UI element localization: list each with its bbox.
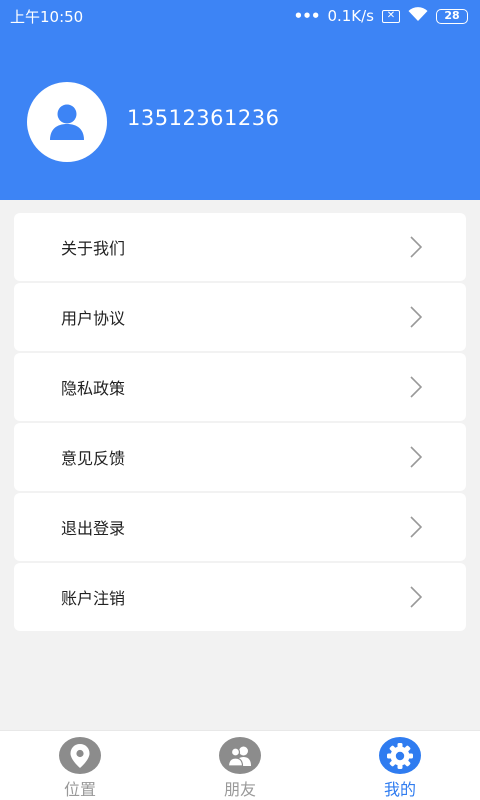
friends-icon — [219, 737, 261, 774]
battery-icon: 28 — [436, 8, 468, 24]
bottom-tab-bar: 位置 朋友 我的 — [0, 730, 480, 800]
chevron-right-icon — [410, 516, 422, 538]
settings-menu: 关于我们 用户协议 隐私政策 意见反馈 退出登录 账户注销 — [14, 213, 466, 633]
status-time: 上午10:50 — [10, 7, 84, 26]
tab-friends[interactable]: 朋友 — [160, 731, 320, 800]
menu-item-privacy-policy[interactable]: 隐私政策 — [14, 353, 466, 421]
user-icon — [50, 104, 84, 140]
menu-item-label: 退出登录 — [61, 519, 126, 538]
sim-card-icon: ✕ — [382, 9, 400, 23]
menu-item-feedback[interactable]: 意见反馈 — [14, 423, 466, 491]
menu-item-label: 用户协议 — [61, 309, 126, 328]
status-indicators: ••• 0.1K/s ✕ 28 — [293, 6, 468, 26]
tab-label: 位置 — [63, 780, 96, 799]
chevron-right-icon — [410, 586, 422, 608]
menu-item-user-agreement[interactable]: 用户协议 — [14, 283, 466, 351]
tab-label: 朋友 — [223, 780, 256, 799]
menu-item-label: 意见反馈 — [61, 449, 126, 468]
status-bar: 上午10:50 ••• 0.1K/s ✕ 28 — [0, 0, 480, 32]
menu-item-label: 隐私政策 — [61, 379, 126, 398]
wifi-icon — [408, 6, 428, 26]
menu-item-about-us[interactable]: 关于我们 — [14, 213, 466, 281]
user-phone-number: 13512361236 — [127, 106, 280, 130]
chevron-right-icon — [410, 236, 422, 258]
menu-item-logout[interactable]: 退出登录 — [14, 493, 466, 561]
tab-mine[interactable]: 我的 — [320, 731, 480, 800]
network-speed: 0.1K/s — [327, 7, 374, 25]
tab-location[interactable]: 位置 — [0, 731, 160, 800]
settings-gear-icon — [379, 737, 421, 774]
location-icon — [59, 737, 101, 774]
chevron-right-icon — [410, 306, 422, 328]
more-dots-icon: ••• — [293, 7, 321, 25]
menu-item-label: 账户注销 — [61, 589, 126, 608]
tab-label: 我的 — [383, 780, 416, 799]
avatar[interactable] — [27, 82, 107, 162]
chevron-right-icon — [410, 376, 422, 398]
menu-item-label: 关于我们 — [61, 239, 126, 258]
chevron-right-icon — [410, 446, 422, 468]
menu-item-delete-account[interactable]: 账户注销 — [14, 563, 466, 631]
profile-header: 13512361236 — [0, 32, 480, 200]
